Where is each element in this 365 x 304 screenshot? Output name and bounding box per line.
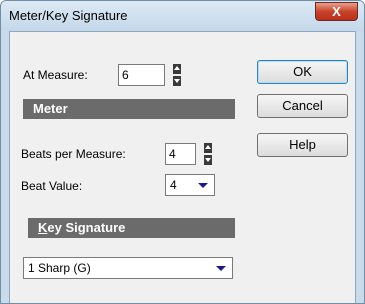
chevron-down-icon [216, 266, 226, 271]
dialog-client-area: At Measure: 6 Meter Beats per Measure: 4… [9, 31, 356, 303]
cancel-button[interactable]: Cancel [257, 94, 348, 118]
spin-up-icon[interactable] [204, 143, 212, 153]
key-signature-selected: 1 Sharp (G) [28, 261, 91, 275]
beats-per-measure-label: Beats per Measure: [21, 147, 126, 161]
spin-down-icon[interactable] [173, 76, 181, 86]
at-measure-input[interactable]: 6 [118, 64, 165, 86]
spin-up-icon[interactable] [173, 64, 181, 74]
help-button[interactable]: Help [257, 133, 348, 157]
beats-per-measure-spinner[interactable] [204, 143, 212, 165]
ok-button[interactable]: OK [257, 60, 348, 84]
key-signature-select[interactable]: 1 Sharp (G) [23, 257, 233, 279]
dialog-window: Meter/Key Signature X At Measure: 6 Mete… [0, 0, 365, 304]
beat-value-select[interactable]: 4 [165, 174, 215, 196]
close-icon: X [332, 4, 341, 19]
meter-section-header: Meter [23, 99, 235, 119]
close-button[interactable]: X [315, 2, 358, 21]
key-signature-accelerator: K [38, 220, 48, 235]
at-measure-label: At Measure: [23, 68, 88, 82]
chevron-down-icon [198, 183, 208, 188]
key-signature-label: ey Signature [47, 220, 126, 235]
key-signature-section-header: Key Signature [28, 218, 235, 238]
spin-down-icon[interactable] [204, 155, 212, 165]
beat-value-label: Beat Value: [21, 179, 83, 193]
at-measure-spinner[interactable] [173, 64, 181, 86]
beats-per-measure-input[interactable]: 4 [165, 143, 196, 165]
beat-value-selected: 4 [170, 178, 177, 192]
title-bar[interactable]: Meter/Key Signature X [1, 1, 364, 31]
window-title: Meter/Key Signature [9, 8, 128, 23]
